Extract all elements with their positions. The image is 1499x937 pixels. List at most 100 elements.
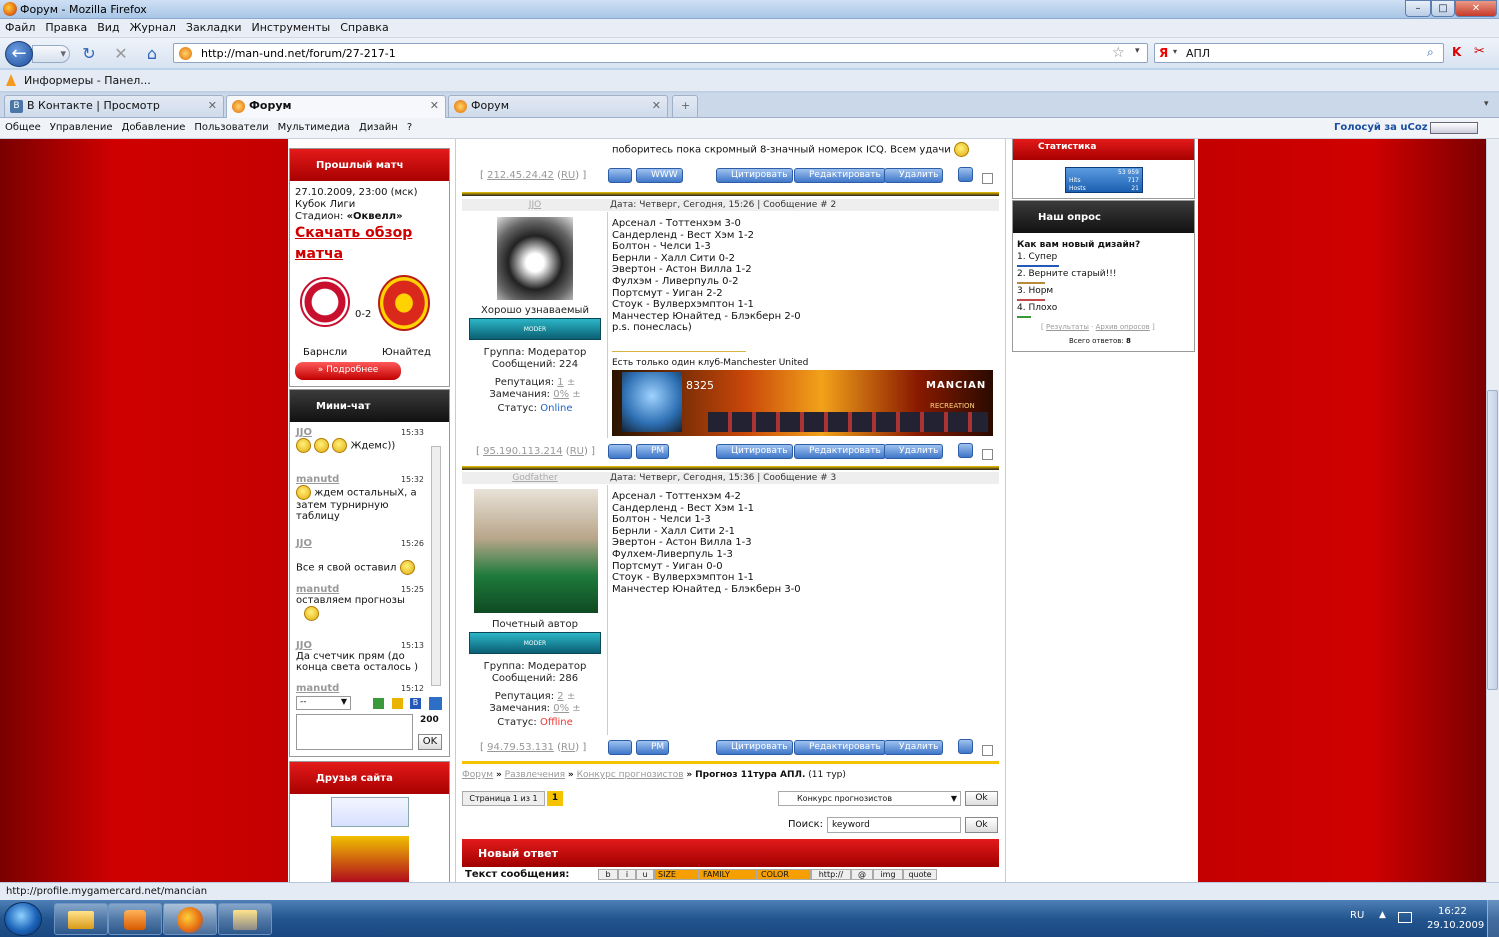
ucoz-design[interactable]: Дизайн — [354, 118, 402, 133]
ip-link[interactable]: 95.190.113.214 — [483, 446, 563, 457]
bookmark-item[interactable]: Информеры - Панел... — [24, 74, 151, 87]
tab-close-icon[interactable]: ✕ — [208, 96, 217, 116]
maximize-button[interactable]: □ — [1431, 0, 1455, 17]
bbcode-italic-button[interactable]: i — [618, 869, 636, 880]
post-select-checkbox[interactable] — [982, 745, 993, 756]
reputation-plus-icon[interactable]: ± — [567, 377, 575, 388]
ucoz-users[interactable]: Пользователи — [189, 118, 272, 133]
poll-archive-link[interactable]: Архив опросов — [1096, 323, 1150, 331]
chat-user[interactable]: JJO — [296, 427, 312, 438]
bbcode-underline-button[interactable]: u — [636, 869, 654, 880]
edit-button[interactable]: Редактировать — [794, 740, 886, 755]
forum-jump-ok-button[interactable]: Ok — [965, 791, 998, 806]
ip-country-link[interactable]: RU — [561, 170, 575, 181]
language-indicator[interactable]: RU — [1350, 910, 1364, 921]
counter-widget[interactable]: 53 959 Hits 717 Hosts 21 — [1065, 167, 1143, 193]
bbcode-email-button[interactable]: @ — [851, 869, 873, 880]
chat-send-button[interactable]: OK — [418, 734, 442, 750]
profile-button[interactable] — [608, 168, 632, 183]
warnings-value[interactable]: 0% — [553, 703, 569, 714]
tab-close-icon[interactable]: ✕ — [430, 96, 439, 116]
ucoz-multimedia[interactable]: Мультимедиа — [273, 118, 354, 133]
network-icon[interactable] — [1398, 912, 1412, 923]
delete-button[interactable]: Удалить — [884, 444, 944, 459]
start-button[interactable] — [4, 902, 42, 936]
ucoz-vote-link[interactable]: Голосуй за uCoz — [1334, 122, 1428, 133]
warnings-plus-icon[interactable]: ± — [572, 389, 580, 400]
clock-date[interactable]: 29.10.2009 — [1427, 920, 1484, 931]
bbcode-quote-button[interactable]: quote — [903, 869, 937, 880]
search-icon[interactable]: ⌕ — [1427, 45, 1434, 60]
chat-smiles-icon[interactable] — [392, 698, 403, 709]
reputation-plus-icon[interactable]: ± — [567, 691, 575, 702]
menu-file[interactable]: Файл — [0, 19, 40, 34]
chat-message-input[interactable] — [296, 714, 413, 750]
quote-button[interactable]: Цитировать — [716, 444, 793, 459]
profile-button[interactable] — [608, 444, 632, 459]
menu-bookmarks[interactable]: Закладки — [181, 19, 247, 34]
forum-search-input[interactable]: keyword — [827, 817, 961, 833]
pm-button[interactable]: PM — [636, 740, 670, 755]
gamercard-banner[interactable]: 8325 MANCIAN RECREATION — [612, 370, 993, 436]
minichat-scrollbar[interactable] — [431, 446, 441, 686]
chat-refresh-icon[interactable] — [373, 698, 384, 709]
download-review-link[interactable]: Скачать обзор матча — [295, 223, 445, 265]
media-taskbar-button[interactable] — [108, 903, 162, 935]
bbcode-family-select[interactable]: FAMILY — [699, 869, 757, 880]
home-icon[interactable]: ⌂ — [143, 45, 161, 63]
edit-button[interactable]: Редактировать — [794, 168, 886, 183]
tab-close-icon[interactable]: ✕ — [652, 96, 661, 116]
back-button[interactable]: ← — [5, 41, 33, 67]
url-dropdown-icon[interactable]: ▾ — [1135, 46, 1140, 56]
bbcode-color-select[interactable]: COLOR — [757, 869, 811, 880]
close-button[interactable]: ✕ — [1455, 0, 1497, 17]
post-select-checkbox[interactable] — [982, 173, 993, 184]
new-tab-button[interactable]: + — [672, 95, 698, 117]
forum-search-ok-button[interactable]: Ok — [965, 817, 998, 833]
pm-button[interactable]: PM — [636, 444, 670, 459]
menu-view[interactable]: Вид — [92, 19, 124, 34]
chat-user[interactable]: manutd — [296, 474, 339, 485]
delete-button[interactable]: Удалить — [884, 740, 944, 755]
tab-forum-active[interactable]: Форум ✕ — [226, 95, 446, 119]
delete-button[interactable]: Удалить — [884, 168, 944, 183]
chat-user[interactable]: manutd — [296, 683, 339, 694]
stop-icon[interactable]: ✕ — [112, 45, 130, 63]
breadcrumb-forum[interactable]: Форум — [462, 770, 493, 780]
ip-country-link[interactable]: RU — [570, 446, 584, 457]
addon-tool-icon[interactable]: ✂ — [1474, 44, 1485, 59]
chat-select[interactable]: -- ▼ — [296, 696, 351, 710]
reload-icon[interactable]: ↻ — [80, 45, 98, 63]
scrollbar-thumb[interactable] — [1487, 390, 1498, 690]
profile-button[interactable] — [608, 740, 632, 755]
www-button[interactable]: WWW — [636, 168, 683, 183]
post-select-checkbox[interactable] — [982, 449, 993, 460]
scroll-top-icon[interactable] — [958, 167, 973, 182]
menu-tools[interactable]: Инструменты — [247, 19, 336, 34]
minimize-button[interactable]: – — [1405, 0, 1431, 17]
bbcode-url-button[interactable]: http:// — [811, 869, 851, 880]
chat-info-icon[interactable] — [429, 697, 442, 710]
reputation-value[interactable]: 1 — [557, 377, 563, 388]
ucoz-add[interactable]: Добавление — [117, 118, 190, 133]
warnings-value[interactable]: 0% — [553, 389, 569, 400]
bookmark-star-icon[interactable]: ☆ — [1112, 45, 1125, 61]
ucoz-slider[interactable] — [1430, 122, 1478, 134]
match-details-button[interactable]: » Подробнее — [295, 362, 401, 380]
ucoz-manage[interactable]: Управление — [45, 118, 117, 133]
pager-current[interactable]: 1 — [547, 791, 563, 806]
bbcode-bold-button[interactable]: b — [598, 869, 618, 880]
clock-time[interactable]: 16:22 — [1438, 906, 1467, 917]
chat-user[interactable]: JJO — [296, 538, 312, 549]
ip-country-link[interactable]: RU — [561, 742, 575, 753]
chat-bold-icon[interactable]: B — [410, 698, 421, 709]
edit-button[interactable]: Редактировать — [794, 444, 886, 459]
breadcrumb-subsection[interactable]: Конкурс прогнозистов — [577, 770, 684, 780]
friend-banner-image[interactable] — [331, 836, 409, 882]
menu-edit[interactable]: Правка — [40, 19, 92, 34]
tab-forum[interactable]: Форум ✕ — [448, 95, 668, 117]
scroll-top-icon[interactable] — [958, 739, 973, 754]
ucoz-general[interactable]: Общее — [0, 118, 45, 133]
post-author-link[interactable]: JJO — [462, 200, 608, 210]
tab-list-icon[interactable]: ▾ — [1484, 99, 1489, 109]
